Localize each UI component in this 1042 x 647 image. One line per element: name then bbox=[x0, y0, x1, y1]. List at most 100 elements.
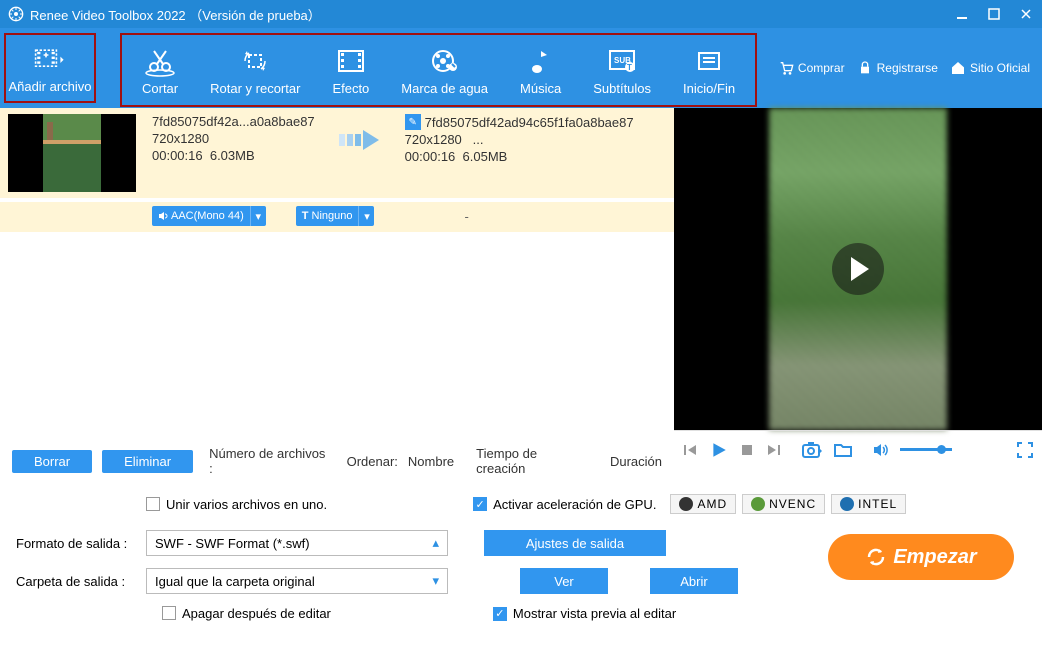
folder-label: Carpeta de salida : bbox=[16, 574, 146, 589]
bottom-panel: Unir varios archivos en uno. Activar ace… bbox=[0, 486, 1042, 629]
sort-by-name[interactable]: Nombre bbox=[408, 454, 454, 469]
refresh-icon bbox=[865, 546, 887, 568]
format-label: Formato de salida : bbox=[16, 536, 146, 551]
minimize-button[interactable] bbox=[954, 6, 970, 22]
snapshot-button[interactable] bbox=[802, 441, 822, 459]
fullscreen-button[interactable] bbox=[1016, 441, 1034, 459]
register-link[interactable]: Registrarse bbox=[857, 60, 938, 76]
watermark-icon bbox=[429, 45, 461, 77]
audio-tag-dropdown[interactable]: AAC(Mono 44) ▾ bbox=[152, 206, 266, 226]
gpu-label: Activar aceleración de GPU. bbox=[493, 497, 656, 512]
rotate-crop-button[interactable]: Rotar y recortar bbox=[194, 35, 316, 105]
amd-badge: AMD bbox=[670, 494, 736, 514]
lock-icon bbox=[857, 60, 873, 76]
music-icon bbox=[525, 45, 557, 77]
buy-link[interactable]: Comprar bbox=[778, 60, 845, 76]
add-file-button[interactable]: Añadir archivo bbox=[4, 33, 96, 103]
site-link[interactable]: Sitio Oficial bbox=[950, 60, 1030, 76]
merge-checkbox[interactable] bbox=[146, 497, 160, 511]
list-controls: Borrar Eliminar Número de archivos : Ord… bbox=[0, 438, 674, 484]
delete-button[interactable]: Borrar bbox=[12, 450, 92, 473]
chevron-down-icon: ▾ bbox=[358, 206, 374, 226]
play-button[interactable] bbox=[710, 441, 728, 459]
main-toolbar: Añadir archivo Cortar Rotar y recortar E… bbox=[0, 28, 1042, 108]
stop-button[interactable] bbox=[740, 443, 754, 457]
next-button[interactable] bbox=[766, 442, 782, 458]
content-area: 7fd85075df42a...a0a8bae87 720x1280 00:00… bbox=[0, 108, 1042, 430]
output-dur-size: 00:00:16 6.05MB bbox=[405, 149, 634, 164]
title-bar: Renee Video Toolbox 2022 （Versión de pru… bbox=[0, 0, 1042, 28]
folder-value: Igual que la carpeta original bbox=[155, 574, 315, 589]
output-settings-button[interactable]: Ajustes de salida bbox=[484, 530, 666, 556]
watermark-label: Marca de agua bbox=[401, 81, 488, 96]
app-logo-icon bbox=[8, 6, 24, 22]
preview-panel bbox=[674, 108, 1042, 430]
folder-select[interactable]: Igual que la carpeta original ▾ bbox=[146, 568, 448, 594]
edit-icon[interactable]: ✎ bbox=[405, 114, 421, 130]
prev-button[interactable] bbox=[682, 442, 698, 458]
start-end-button[interactable]: Inicio/Fin bbox=[667, 35, 751, 105]
file-count-label: Número de archivos : bbox=[209, 446, 331, 476]
output-filename: ✎7fd85075df42ad94c65f1fa0a8bae87 bbox=[405, 114, 634, 130]
nvenc-badge: NVENC bbox=[742, 494, 825, 514]
speaker-icon bbox=[158, 211, 168, 221]
source-filename: 7fd85075df42a...a0a8bae87 bbox=[152, 114, 315, 129]
file-list: 7fd85075df42a...a0a8bae87 720x1280 00:00… bbox=[0, 108, 674, 430]
cart-icon bbox=[778, 60, 794, 76]
source-dur-size: 00:00:16 6.03MB bbox=[152, 148, 315, 163]
cut-label: Cortar bbox=[142, 81, 178, 96]
watermark-button[interactable]: Marca de agua bbox=[385, 35, 504, 105]
dash-placeholder: - bbox=[464, 209, 468, 224]
gpu-checkbox[interactable] bbox=[473, 497, 487, 511]
preview-edit-checkbox[interactable] bbox=[493, 607, 507, 621]
sort-by-duration[interactable]: Duración bbox=[610, 454, 662, 469]
merge-label: Unir varios archivos en uno. bbox=[166, 497, 327, 512]
svg-text:T: T bbox=[627, 63, 632, 72]
intel-badge: INTEL bbox=[831, 494, 906, 514]
shutdown-label: Apagar después de editar bbox=[182, 606, 331, 621]
chevron-down-icon: ▾ bbox=[432, 573, 439, 589]
register-label: Registrarse bbox=[877, 61, 938, 75]
start-label: Empezar bbox=[893, 546, 976, 569]
source-resolution: 720x1280 bbox=[152, 131, 315, 146]
sort-by-time[interactable]: Tiempo de creación bbox=[476, 446, 588, 476]
edit-tools-group: Cortar Rotar y recortar Efecto Marca de … bbox=[120, 33, 757, 107]
chevron-up-icon: ▴ bbox=[432, 535, 439, 551]
buy-label: Comprar bbox=[798, 61, 845, 75]
maximize-button[interactable] bbox=[986, 6, 1002, 22]
effect-button[interactable]: Efecto bbox=[316, 35, 385, 105]
preview-edit-label: Mostrar vista previa al editar bbox=[513, 606, 676, 621]
close-button[interactable] bbox=[1018, 6, 1034, 22]
subtitles-icon: SUBT bbox=[606, 45, 638, 77]
file-tags-row: AAC(Mono 44) ▾ TNinguno ▾ - bbox=[0, 202, 674, 232]
site-label: Sitio Oficial bbox=[970, 61, 1030, 75]
subtitles-button[interactable]: SUBT Subtítulos bbox=[577, 35, 667, 105]
open-folder-button[interactable] bbox=[834, 442, 852, 458]
view-button[interactable]: Ver bbox=[520, 568, 608, 594]
remove-button[interactable]: Eliminar bbox=[102, 450, 193, 473]
startend-icon bbox=[693, 45, 725, 77]
format-select[interactable]: SWF - SWF Format (*.swf) ▴ bbox=[146, 530, 448, 556]
order-label: Ordenar: bbox=[347, 454, 398, 469]
music-button[interactable]: Música bbox=[504, 35, 577, 105]
volume-button[interactable] bbox=[872, 442, 888, 458]
play-overlay-button[interactable] bbox=[832, 243, 884, 295]
cut-button[interactable]: Cortar bbox=[126, 35, 194, 105]
open-button[interactable]: Abrir bbox=[650, 568, 738, 594]
volume-slider[interactable] bbox=[900, 448, 952, 451]
file-row[interactable]: 7fd85075df42a...a0a8bae87 720x1280 00:00… bbox=[0, 108, 674, 202]
add-file-icon bbox=[34, 43, 66, 75]
startend-label: Inicio/Fin bbox=[683, 81, 735, 96]
convert-arrow-icon bbox=[339, 126, 381, 154]
shutdown-checkbox[interactable] bbox=[162, 606, 176, 620]
effect-icon bbox=[335, 45, 367, 77]
subtitles-label: Subtítulos bbox=[593, 81, 651, 96]
subtitle-tag-dropdown[interactable]: TNinguno ▾ bbox=[296, 206, 375, 226]
start-button[interactable]: Empezar bbox=[828, 534, 1014, 580]
chevron-down-icon: ▾ bbox=[250, 206, 266, 226]
effect-label: Efecto bbox=[332, 81, 369, 96]
rotate-icon bbox=[239, 45, 271, 77]
app-title: Renee Video Toolbox 2022 （Versión de pru… bbox=[30, 5, 954, 24]
format-value: SWF - SWF Format (*.swf) bbox=[155, 536, 310, 551]
output-resolution: 720x1280 ... bbox=[405, 132, 634, 147]
